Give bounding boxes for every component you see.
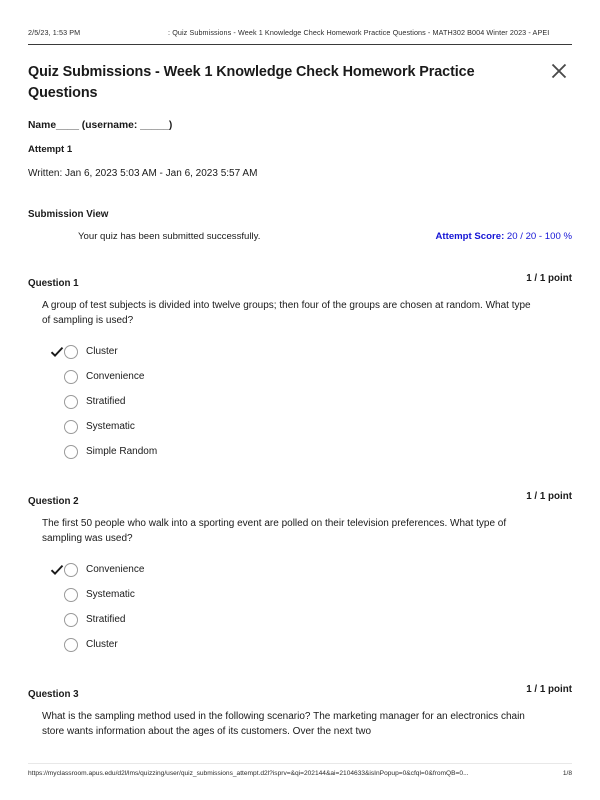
answer-option-label: Stratified	[86, 396, 126, 408]
question-number: Question 1	[28, 277, 79, 289]
question-block: Question 3 1 / 1 point What is the sampl…	[28, 684, 572, 740]
page-title: Quiz Submissions - Week 1 Knowledge Chec…	[28, 64, 475, 101]
close-icon[interactable]	[548, 60, 570, 82]
answer-option-label: Systematic	[86, 421, 135, 433]
question-points: 1 / 1 point	[526, 272, 572, 284]
print-footer-url: https://myclassroom.apus.edu/d2l/lms/qui…	[28, 770, 469, 777]
question-number: Question 2	[28, 495, 79, 507]
question-block: Question 2 1 / 1 point The first 50 peop…	[28, 491, 572, 658]
print-header: 2/5/23, 1:53 PM : Quiz Submissions - Wee…	[28, 28, 572, 42]
answer-option-label: Convenience	[86, 371, 145, 383]
user-name-line: Name____ (username: _____)	[28, 119, 173, 131]
checkmark-icon	[50, 345, 64, 359]
question-header: Question 2 1 / 1 point	[28, 490, 572, 507]
answer-option[interactable]: Stratified	[50, 608, 572, 633]
submission-view-heading: Submission View	[28, 208, 109, 220]
document-header: Quiz Submissions - Week 1 Knowledge Chec…	[28, 56, 572, 104]
radio-button[interactable]	[64, 587, 78, 602]
question-header: Question 1 1 / 1 point	[28, 272, 572, 289]
answer-option[interactable]: Stratified	[50, 390, 572, 415]
question-block: Question 1 1 / 1 point A group of test s…	[28, 273, 572, 465]
answer-option-label: Convenience	[86, 564, 145, 576]
answer-options: Cluster Convenience Stratified Systemati…	[50, 340, 572, 465]
question-text: The first 50 people who walk into a spor…	[42, 517, 507, 545]
question-header: Question 3 1 / 1 point	[28, 683, 572, 700]
question-number: Question 3	[28, 688, 79, 700]
attempt-score-value: 20 / 20 - 100 %	[504, 230, 572, 242]
answer-option[interactable]: Simple Random	[50, 440, 572, 465]
question-text: A group of test subjects is divided into…	[42, 299, 531, 327]
checkmark-icon	[50, 563, 64, 577]
question-points: 1 / 1 point	[526, 683, 572, 695]
answer-option-label: Simple Random	[86, 446, 158, 458]
attempt-score: Attempt Score: 20 / 20 - 100 %	[436, 231, 573, 242]
attempt-score-label: Attempt Score:	[435, 230, 505, 242]
answer-option[interactable]: Convenience	[50, 558, 572, 583]
answer-option-label: Cluster	[86, 346, 118, 358]
answer-option-label: Systematic	[86, 589, 135, 601]
print-footer: https://myclassroom.apus.edu/d2l/lms/qui…	[28, 770, 572, 782]
attempt-label: Attempt 1	[28, 143, 73, 155]
radio-button[interactable]	[64, 562, 78, 577]
answer-option-label: Cluster	[86, 639, 118, 651]
print-header-date: 2/5/23, 1:53 PM	[28, 28, 81, 37]
quiz-submission-page: Quiz Submissions - Week 1 Knowledge Chec…	[0, 56, 600, 740]
radio-button[interactable]	[64, 369, 78, 384]
submission-status-row: Your quiz has been submitted successfull…	[28, 231, 572, 247]
radio-button[interactable]	[64, 444, 78, 459]
question-points: 1 / 1 point	[526, 490, 572, 502]
answer-options: Convenience Systematic Stratified Cluste…	[50, 558, 572, 658]
answer-option-label: Stratified	[86, 614, 126, 626]
print-footer-page-number: 1/8	[562, 770, 572, 777]
header-divider	[28, 44, 572, 45]
footer-divider	[28, 763, 572, 764]
written-timestamp: Written: Jan 6, 2023 5:03 AM - Jan 6, 20…	[28, 167, 258, 179]
radio-button[interactable]	[64, 419, 78, 434]
question-text: What is the sampling method used in the …	[42, 710, 525, 738]
answer-option[interactable]: Cluster	[50, 340, 572, 365]
submission-message: Your quiz has been submitted successfull…	[78, 230, 261, 242]
answer-option[interactable]: Convenience	[50, 365, 572, 390]
radio-button[interactable]	[64, 637, 78, 652]
radio-button[interactable]	[64, 612, 78, 627]
print-header-title: : Quiz Submissions - Week 1 Knowledge Ch…	[168, 28, 550, 37]
answer-option[interactable]: Systematic	[50, 415, 572, 440]
answer-option[interactable]: Cluster	[50, 633, 572, 658]
answer-option[interactable]: Systematic	[50, 583, 572, 608]
radio-button[interactable]	[64, 394, 78, 409]
radio-button[interactable]	[64, 344, 78, 359]
